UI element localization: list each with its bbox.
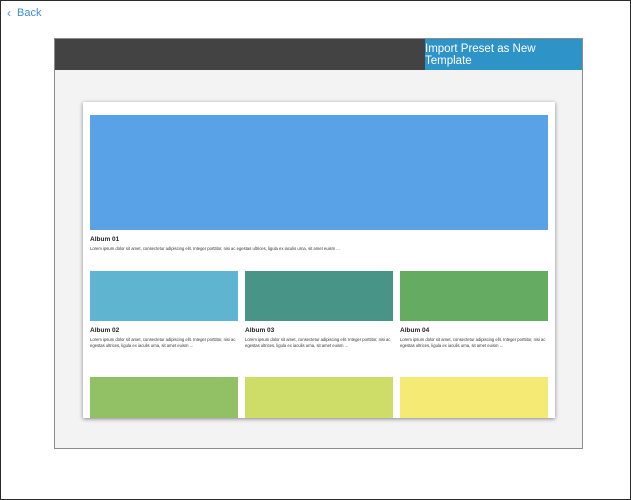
album-cover [90, 377, 238, 418]
album-description: Lorem ipsum dolor sit amet, consectetur … [245, 337, 391, 348]
album-title: Album 04 [400, 327, 430, 334]
album-description: Lorem ipsum dolor sit amet, consectetur … [400, 337, 546, 348]
album-card [400, 377, 548, 418]
album-title: Album 01 [90, 236, 120, 243]
album-card [90, 377, 238, 418]
window-frame: ‹ Back Import Preset as New Template Alb… [0, 0, 631, 500]
album-description: Lorem ipsum dolor sit amet, consectetur … [90, 337, 236, 348]
import-preset-button[interactable]: Import Preset as New Template [425, 39, 582, 70]
album-description: Lorem ipsum dolor sit amet, consectetur … [90, 246, 340, 251]
import-preset-label: Import Preset as New Template [425, 42, 536, 67]
album-cover [245, 271, 393, 321]
chevron-left-icon: ‹ [7, 6, 11, 20]
back-link[interactable]: ‹ Back [7, 6, 41, 20]
album-cover [245, 377, 393, 418]
panel-header: Import Preset as New Template [55, 39, 582, 70]
album-cover [90, 115, 548, 230]
album-cover [400, 271, 548, 321]
album-card: Album 02 Lorem ipsum dolor sit amet, con… [90, 271, 238, 349]
album-cover [90, 271, 238, 321]
preset-panel: Import Preset as New Template Album 01 L… [54, 38, 583, 449]
album-card: Album 04 Lorem ipsum dolor sit amet, con… [400, 271, 548, 349]
back-label: Back [17, 7, 42, 19]
album-title: Album 02 [90, 327, 120, 334]
album-card: Album 03 Lorem ipsum dolor sit amet, con… [245, 271, 393, 349]
album-card [245, 377, 393, 418]
album-card: Album 01 Lorem ipsum dolor sit amet, con… [90, 115, 548, 252]
preset-preview: Album 01 Lorem ipsum dolor sit amet, con… [83, 102, 555, 418]
album-cover [400, 377, 548, 418]
album-title: Album 03 [245, 327, 275, 334]
